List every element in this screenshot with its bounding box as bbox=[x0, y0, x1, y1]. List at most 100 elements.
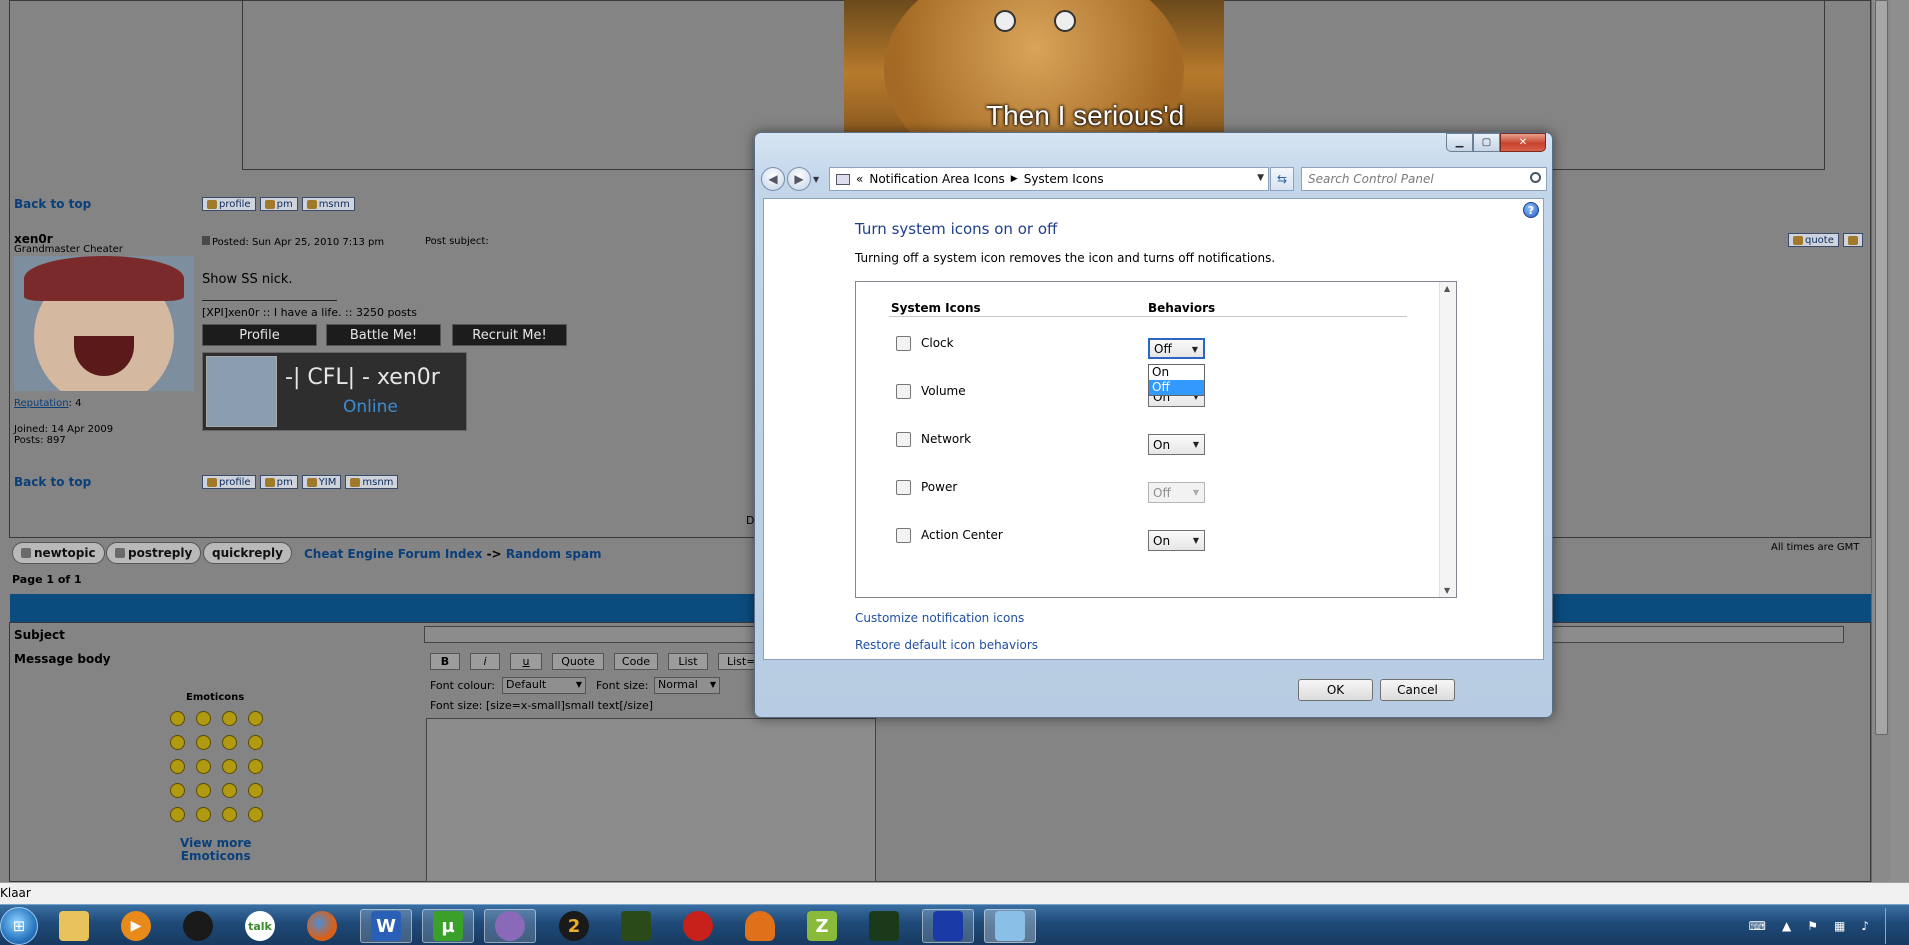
list-equals-tag-button[interactable]: List= bbox=[718, 653, 758, 670]
network-icon[interactable]: ▦ bbox=[1834, 919, 1845, 933]
view-more-emoticons-link[interactable]: View more Emoticons bbox=[180, 837, 251, 863]
action-center-behavior-select[interactable]: On ▼ bbox=[1148, 530, 1205, 551]
restore-default-behaviors-link[interactable]: Restore default icon behaviors bbox=[855, 638, 1038, 652]
breadcrumb-index[interactable]: Cheat Engine Forum Index bbox=[304, 547, 482, 561]
shocked-emoticon-icon[interactable] bbox=[248, 711, 263, 726]
page-scrollbar[interactable] bbox=[1871, 0, 1890, 882]
taskbar-firefox[interactable] bbox=[296, 909, 348, 943]
clock-behavior-select[interactable]: Off ▼ bbox=[1148, 338, 1205, 359]
evil-emoticon-icon[interactable] bbox=[170, 783, 185, 798]
scroll-up-icon[interactable]: ▲ bbox=[1444, 284, 1450, 293]
report-button[interactable] bbox=[1842, 233, 1863, 247]
happy-emoticon-icon[interactable] bbox=[196, 711, 211, 726]
profile-button[interactable]: profile bbox=[202, 197, 256, 211]
breadcrumb-notification-area-icons[interactable]: Notification Area Icons bbox=[869, 172, 1004, 186]
customize-notification-icons-link[interactable]: Customize notification icons bbox=[855, 611, 1024, 625]
list-scrollbar[interactable]: ▲ ▼ bbox=[1439, 282, 1456, 597]
pm-button[interactable]: pm bbox=[259, 197, 298, 211]
flag-icon[interactable]: ⚑ bbox=[1807, 919, 1818, 933]
smile-emoticon-icon[interactable] bbox=[170, 711, 185, 726]
msnm-button-2[interactable]: msnm bbox=[345, 475, 399, 489]
sig-recruit-button[interactable]: Recruit Me! bbox=[452, 324, 567, 346]
taskbar-explorer[interactable] bbox=[48, 909, 100, 943]
network-behavior-select[interactable]: On ▼ bbox=[1148, 434, 1205, 455]
breadcrumb-arrow-icon[interactable]: ▶ bbox=[1011, 174, 1018, 184]
maximize-button[interactable]: ▢ bbox=[1473, 133, 1500, 152]
recent-pages-dropdown[interactable]: ▼ bbox=[813, 175, 819, 184]
code-tag-button[interactable]: Code bbox=[614, 653, 658, 670]
taskbar-media-player[interactable]: ▶ bbox=[110, 909, 162, 943]
minimize-button[interactable]: ▁ bbox=[1446, 133, 1473, 152]
razz-emoticon-icon[interactable] bbox=[196, 759, 211, 774]
show-hidden-icons-icon[interactable]: ▲ bbox=[1782, 919, 1791, 933]
refresh-button[interactable]: ⇆ bbox=[1270, 167, 1294, 191]
taskbar-app-red[interactable] bbox=[672, 909, 724, 943]
reputation-link[interactable]: Reputation bbox=[14, 398, 69, 409]
dropdown-option-off[interactable]: Off bbox=[1149, 380, 1204, 395]
search-input[interactable]: Search Control Panel bbox=[1301, 167, 1547, 191]
taskbar-control-panel[interactable] bbox=[984, 909, 1036, 943]
start-button[interactable]: ⊞ bbox=[0, 907, 38, 945]
laugh-emoticon-icon[interactable] bbox=[222, 735, 237, 750]
bold-button[interactable]: B bbox=[430, 653, 460, 670]
taskbar-z[interactable]: Z bbox=[796, 909, 848, 943]
back-button[interactable]: ◀ bbox=[761, 167, 785, 191]
page-scrollbar-thumb[interactable] bbox=[1875, 0, 1888, 735]
ok-button[interactable]: OK bbox=[1298, 679, 1373, 701]
volume-icon[interactable]: ♪ bbox=[1861, 919, 1869, 933]
back-to-top-link-2[interactable]: Back to top bbox=[14, 475, 91, 489]
new-topic-button[interactable]: newtopic bbox=[12, 542, 105, 564]
cry-emoticon-icon[interactable] bbox=[248, 759, 263, 774]
scroll-down-icon[interactable]: ▼ bbox=[1444, 586, 1450, 595]
address-dropdown-icon[interactable]: ▼ bbox=[1257, 173, 1264, 183]
taskbar-game-2[interactable]: 2 bbox=[548, 909, 600, 943]
confused-emoticon-icon[interactable] bbox=[170, 735, 185, 750]
taskbar-app-blue[interactable] bbox=[922, 909, 974, 943]
taskbar-utorrent[interactable]: µ bbox=[422, 909, 474, 943]
taskbar-word[interactable]: W bbox=[360, 909, 412, 943]
sig-profile-button[interactable]: Profile bbox=[202, 324, 317, 346]
arrow-emoticon-icon[interactable] bbox=[248, 807, 263, 822]
taskbar-mushroom[interactable] bbox=[734, 909, 786, 943]
taskbar-messenger[interactable] bbox=[484, 909, 536, 943]
cancel-button[interactable]: Cancel bbox=[1380, 679, 1455, 701]
wink-emoticon-icon[interactable] bbox=[248, 783, 263, 798]
breadcrumb-forum[interactable]: Random spam bbox=[506, 547, 602, 561]
address-bar[interactable]: « Notification Area Icons ▶ System Icons… bbox=[829, 167, 1269, 191]
twisted-emoticon-icon[interactable] bbox=[196, 783, 211, 798]
quick-reply-button[interactable]: quickreply bbox=[203, 542, 292, 564]
help-icon[interactable]: ? bbox=[1523, 202, 1539, 218]
underline-button[interactable]: u bbox=[510, 653, 542, 670]
sig-battle-button[interactable]: Battle Me! bbox=[326, 324, 441, 346]
taskbar-talk[interactable]: talk bbox=[234, 909, 286, 943]
breadcrumb-system-icons[interactable]: System Icons bbox=[1024, 172, 1104, 186]
quote-button[interactable]: quote bbox=[1788, 233, 1839, 247]
keyboard-icon[interactable]: ⌨ bbox=[1749, 919, 1766, 933]
address-overflow[interactable]: « bbox=[856, 172, 863, 186]
msnm-button[interactable]: msnm bbox=[301, 197, 355, 211]
taskbar-steam[interactable] bbox=[172, 909, 224, 943]
list-tag-button[interactable]: List bbox=[668, 653, 708, 670]
dropdown-option-on[interactable]: On bbox=[1149, 365, 1204, 380]
font-size-select[interactable]: Normal ▼ bbox=[654, 677, 720, 694]
cool-emoticon-icon[interactable] bbox=[196, 735, 211, 750]
embarrassed-emoticon-icon[interactable] bbox=[222, 759, 237, 774]
taskbar-game-green[interactable] bbox=[858, 909, 910, 943]
profile-button-2[interactable]: profile bbox=[202, 475, 256, 489]
taskbar-predator[interactable] bbox=[610, 909, 662, 943]
sad-emoticon-icon[interactable] bbox=[222, 711, 237, 726]
forward-button[interactable]: ▶ bbox=[787, 167, 811, 191]
pm-button-2[interactable]: pm bbox=[259, 475, 298, 489]
show-desktop-button[interactable] bbox=[1885, 907, 1895, 944]
exclaim-emoticon-icon[interactable] bbox=[170, 807, 185, 822]
font-colour-select[interactable]: Default ▼ bbox=[502, 677, 586, 694]
yim-button[interactable]: YIM bbox=[301, 475, 342, 489]
question-emoticon-icon[interactable] bbox=[196, 807, 211, 822]
rolleyes-emoticon-icon[interactable] bbox=[222, 783, 237, 798]
message-textarea[interactable] bbox=[426, 718, 876, 882]
tongue-emoticon-icon[interactable] bbox=[248, 735, 263, 750]
mad-emoticon-icon[interactable] bbox=[170, 759, 185, 774]
idea-emoticon-icon[interactable] bbox=[222, 807, 237, 822]
italic-button[interactable]: i bbox=[470, 653, 500, 670]
post-reply-button[interactable]: postreply bbox=[106, 542, 202, 564]
